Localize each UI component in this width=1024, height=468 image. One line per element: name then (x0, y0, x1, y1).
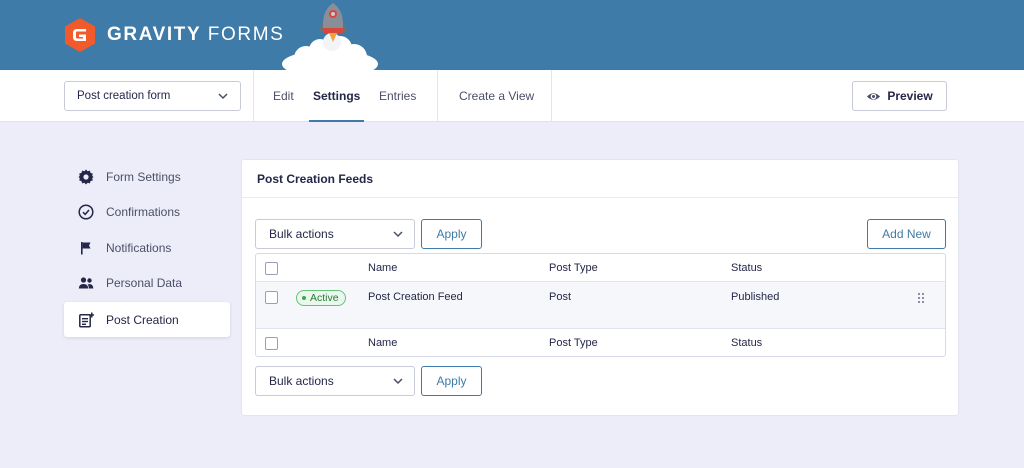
add-new-button[interactable]: Add New (867, 219, 946, 249)
select-all-checkbox[interactable] (265, 262, 278, 275)
gear-icon (78, 169, 94, 184)
post-creation-icon (79, 312, 94, 328)
brand-name: GRAVITY FORMS (107, 24, 284, 46)
table-header-row: Name Post Type Status (256, 254, 945, 282)
bulk-actions-select-top[interactable]: Bulk actions (255, 219, 415, 249)
eye-icon (867, 92, 881, 100)
tab-entries[interactable]: Entries (379, 70, 416, 122)
table-footer-row: Name Post Type Status (256, 329, 945, 356)
preview-button[interactable]: Preview (852, 81, 947, 111)
active-dot-icon (302, 296, 306, 300)
drag-handle-icon[interactable] (916, 291, 926, 305)
tab-edit[interactable]: Edit (273, 70, 294, 122)
column-header-name[interactable]: Name (368, 262, 397, 274)
apply-button-bottom[interactable]: Apply (421, 366, 482, 396)
sidebar-item-label: Form Settings (106, 169, 181, 184)
users-icon (78, 276, 94, 288)
apply-button-top[interactable]: Apply (421, 219, 482, 249)
feed-name-link[interactable]: Post Creation Feed (368, 291, 463, 303)
bulk-actions-label: Bulk actions (269, 227, 334, 241)
column-header-status: Status (731, 262, 763, 274)
bulk-actions-label: Bulk actions (269, 374, 334, 388)
gravity-forms-logo-icon (65, 18, 95, 52)
rocket-illustration (282, 3, 378, 72)
nav-divider (437, 70, 438, 122)
brand-name-light: FORMS (207, 24, 285, 45)
brand: GRAVITY FORMS (63, 17, 284, 53)
chevron-down-icon (218, 93, 228, 100)
flag-icon (81, 241, 91, 254)
column-footer-post-type: Post Type (549, 337, 598, 349)
sidebar-item-form-settings[interactable]: Form Settings (64, 159, 230, 194)
sidebar-item-label: Notifications (106, 240, 172, 255)
sidebar-item-label: Personal Data (106, 275, 183, 290)
column-footer-name[interactable]: Name (368, 337, 397, 349)
feeds-table: Name Post Type Status Active Post Creati… (255, 253, 946, 357)
form-navbar: Post creation form Edit Settings Entries… (0, 70, 1024, 122)
sidebar-item-notifications[interactable]: Notifications (64, 230, 230, 265)
column-footer-status: Status (731, 337, 763, 349)
sidebar-item-post-creation[interactable]: Post Creation (64, 302, 230, 337)
panel-title: Post Creation Feeds (242, 160, 958, 198)
sidebar-item-label: Confirmations (106, 204, 181, 219)
sidebar-item-label: Post Creation (106, 312, 179, 327)
sidebar-item-personal-data[interactable]: Personal Data (64, 265, 230, 300)
brand-name-bold: GRAVITY (107, 24, 201, 45)
sidebar-item-confirmations[interactable]: Confirmations (64, 194, 230, 229)
form-selector-value: Post creation form (77, 90, 171, 102)
nav-divider (551, 70, 552, 122)
bulk-actions-select-bottom[interactable]: Bulk actions (255, 366, 415, 396)
check-circle-icon (78, 203, 94, 220)
nav-divider (253, 70, 254, 122)
tab-create-a-view[interactable]: Create a View (459, 70, 534, 122)
table-row: Active Post Creation Feed Post Published (256, 282, 945, 329)
feed-post-type: Post (549, 291, 572, 303)
chevron-down-icon (393, 231, 403, 238)
top-header: GRAVITY FORMS (0, 0, 1024, 72)
preview-label: Preview (887, 89, 933, 103)
column-header-post-type: Post Type (549, 262, 598, 274)
feed-status: Published (731, 291, 780, 303)
status-badge[interactable]: Active (296, 290, 346, 306)
form-selector-dropdown[interactable]: Post creation form (64, 81, 241, 111)
post-creation-feeds-panel: Post Creation Feeds Bulk actions Apply A… (241, 159, 959, 416)
chevron-down-icon (393, 378, 403, 385)
tab-settings[interactable]: Settings (308, 70, 365, 122)
row-checkbox[interactable] (265, 291, 278, 304)
status-badge-label: Active (310, 292, 339, 304)
select-all-checkbox-footer[interactable] (265, 337, 278, 350)
